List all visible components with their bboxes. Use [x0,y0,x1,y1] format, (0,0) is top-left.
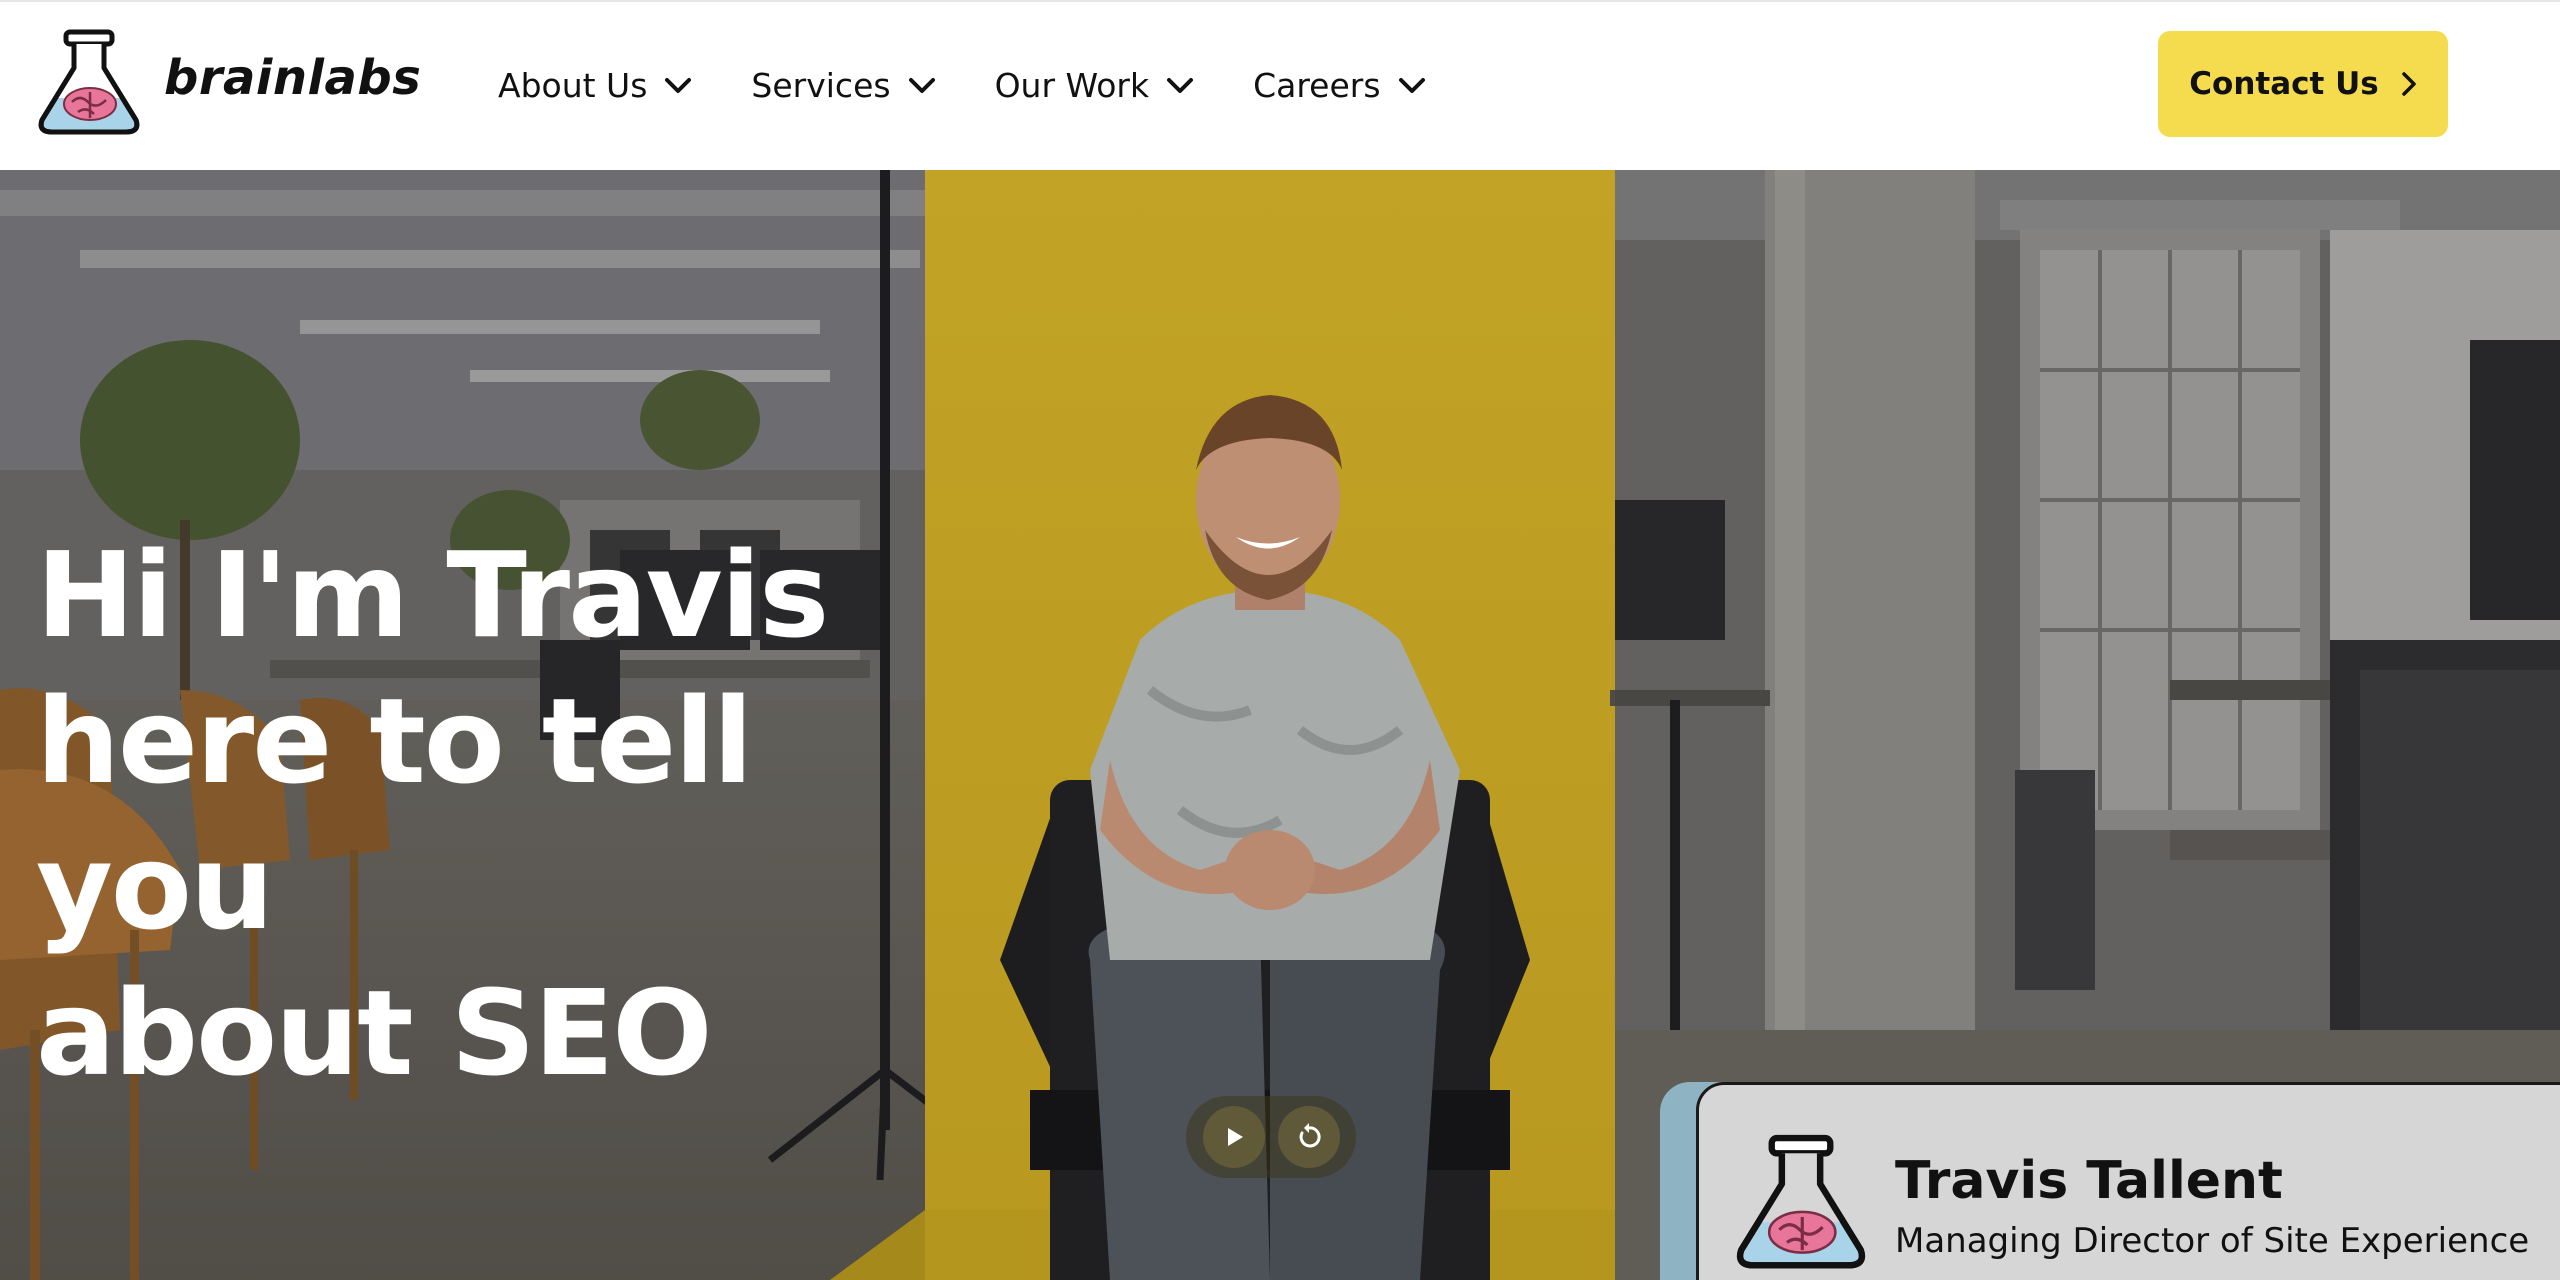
speaker-role: Managing Director of Site Experience [1895,1221,2530,1261]
hero-headline-line: Hi I'm Travis [36,526,829,664]
nav-item-label: Careers [1253,66,1381,105]
nav-item-about-us[interactable]: About Us [498,66,693,105]
contact-us-label: Contact Us [2189,66,2379,102]
speaker-name-card: Travis Tallent Managing Director of Site… [1660,1082,2560,1280]
brand-wordmark[interactable]: brainlabs [164,50,421,106]
flask-brain-icon[interactable] [34,28,144,138]
play-button[interactable] [1202,1106,1265,1168]
hero-headline-line: here to tell you [36,672,753,956]
replay-icon [1299,1123,1321,1148]
chevron-down-icon [908,77,935,93]
chevron-down-icon [1398,77,1425,93]
hero-headline-line: about SEO [36,964,713,1102]
nav-item-label: Services [751,66,891,105]
chevron-down-icon [1167,77,1194,93]
speaker-card-panel: Travis Tallent Managing Director of Site… [1696,1082,2560,1280]
chevron-down-icon [665,77,692,93]
play-icon [1227,1128,1243,1146]
chevron-right-icon [2401,72,2416,96]
flask-brain-icon [1736,1134,1866,1269]
nav-item-careers[interactable]: Careers [1253,66,1426,105]
replay-button[interactable] [1277,1106,1340,1168]
nav-item-services[interactable]: Services [751,66,936,105]
nav-item-our-work[interactable]: Our Work [995,66,1196,105]
hero-video[interactable]: Hi I'm Travis here to tell you about SEO [0,170,2560,1280]
hero-headline: Hi I'm Travis here to tell you about SEO [36,522,976,1106]
speaker-name: Travis Tallent [1895,1151,2283,1211]
contact-us-button[interactable]: Contact Us [2158,31,2448,137]
main-nav: About Us Services Our Work Careers [498,66,1485,105]
nav-item-label: About Us [498,66,648,105]
nav-item-label: Our Work [994,66,1150,105]
site-header: brainlabs About Us Services Our Work Car… [0,0,2560,170]
video-controls [1186,1096,1356,1178]
